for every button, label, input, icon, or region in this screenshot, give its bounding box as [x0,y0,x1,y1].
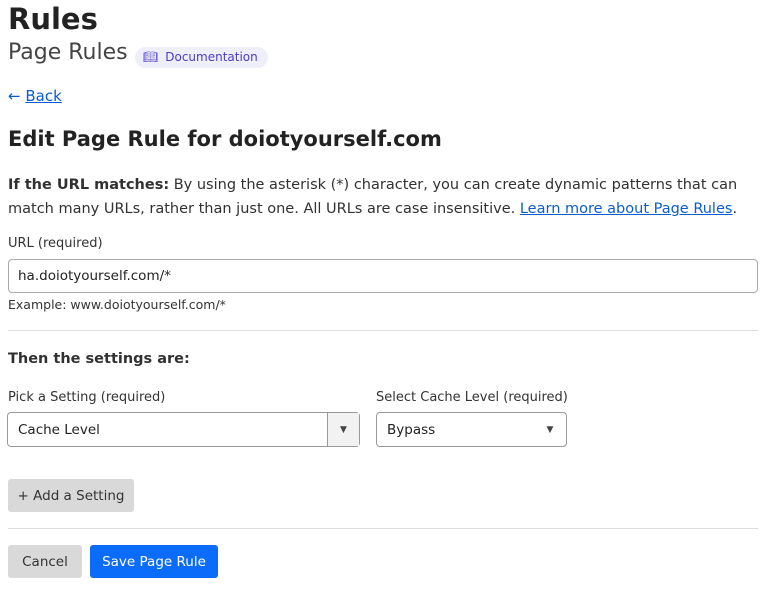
chevron-down-icon: ▼ [546,424,554,435]
divider [8,528,758,529]
url-input[interactable]: ha.doiotyourself.com/* [8,259,758,293]
page-subtitle: Page Rules [8,40,128,65]
documentation-label: Documentation [165,50,258,64]
url-example: Example: www.doiotyourself.com/* [8,297,226,312]
description: If the URL matches: By using the asteris… [8,173,768,221]
chevron-down-icon[interactable]: ▼ [327,413,359,446]
add-setting-button[interactable]: + Add a Setting [8,479,134,512]
learn-more-link[interactable]: Learn more about Page Rules [520,201,733,217]
edit-title: Edit Page Rule for doiotyourself.com [8,127,442,151]
cache-level-label: Select Cache Level (required) [376,390,568,405]
description-end: . [732,201,738,217]
back-label: Back [25,87,62,105]
pick-setting-value: Cache Level [18,422,100,438]
description-bold: If the URL matches: [8,177,170,193]
back-link[interactable]: ← Back [8,87,62,105]
cache-level-select[interactable]: Bypass ▼ [376,412,567,447]
save-button[interactable]: Save Page Rule [90,545,218,578]
pick-setting-select[interactable]: Cache Level ▼ [7,412,360,447]
url-label: URL (required) [8,236,103,251]
divider [8,330,758,331]
book-icon: 📖︎ [143,50,159,64]
page-title: Rules [8,2,98,36]
cancel-button[interactable]: Cancel [8,545,82,578]
documentation-link[interactable]: 📖︎ Documentation [135,47,268,68]
pick-setting-label: Pick a Setting (required) [8,390,166,405]
settings-heading: Then the settings are: [8,351,190,367]
cache-level-value: Bypass [387,422,436,438]
arrow-left-icon: ← [8,87,21,105]
